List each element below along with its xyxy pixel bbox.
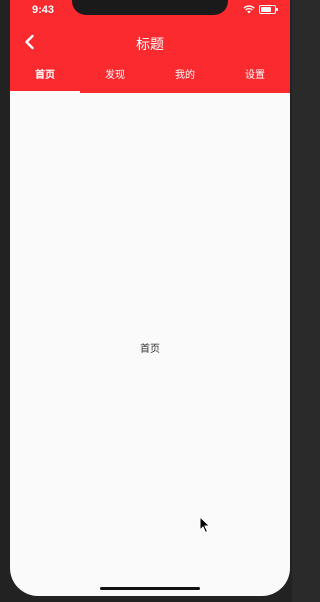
tab-content-text: 首页 [140,344,160,355]
tab-bar: 首页 发现 我的 设置 [10,63,290,93]
title-bar: 标题 [10,26,290,58]
status-time: 9:43 [32,4,55,16]
tab-home[interactable]: 首页 [10,63,80,93]
tab-mine[interactable]: 我的 [150,63,220,93]
wifi-icon [243,5,255,14]
tab-settings[interactable]: 设置 [220,63,290,93]
battery-icon [259,5,278,14]
device-notch [72,0,228,15]
status-icons [243,5,278,14]
page-title: 标题 [136,37,164,53]
app-header: 9:43 标题 首页 发现 我的 设置 [10,0,290,93]
device-frame: 9:43 标题 首页 发现 我的 设置 首页 [0,0,292,602]
tab-discover[interactable]: 发现 [80,63,150,93]
app-screen: 9:43 标题 首页 发现 我的 设置 首页 [10,0,290,596]
home-indicator[interactable] [100,587,200,590]
mouse-cursor-icon [199,516,211,534]
status-bar: 9:43 [10,0,290,22]
